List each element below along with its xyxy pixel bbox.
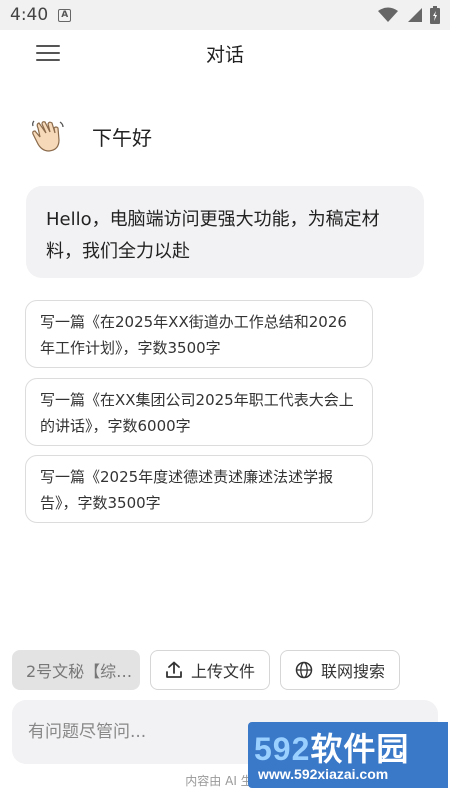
status-icons [378, 6, 440, 24]
status-bar: 4:40 A [0, 0, 450, 30]
waving-hand-icon [32, 120, 64, 152]
battery-icon [430, 6, 440, 24]
greeting: 下午好 [30, 118, 152, 154]
upload-label: 上传文件 [190, 662, 255, 681]
menu-icon [36, 45, 60, 47]
suggestion-card[interactable]: 写一篇《在XX集团公司2025年职工代表大会上的讲话》，字数6000字 [25, 378, 373, 446]
watermark-brand: 592软件园 [254, 731, 410, 767]
menu-button[interactable] [36, 42, 60, 64]
greeting-text: 下午好 [92, 125, 152, 150]
status-time: 4:40 [10, 5, 49, 25]
page-title: 对话 [205, 43, 244, 66]
suggestion-card[interactable]: 写一篇《2025年度述德述责述廉述法述学报告》，字数3500字 [25, 455, 373, 523]
intro-message: Hello，电脑端访问更强大功能，为稿定材料，我们全力以赴 [26, 186, 424, 278]
watermark-url: www.592xiazai.com [258, 766, 389, 782]
model-label: 2号文秘【综… [26, 662, 133, 681]
upload-file-button[interactable]: 上传文件 [150, 650, 270, 690]
globe-icon [295, 661, 313, 679]
search-label: 联网搜索 [320, 662, 385, 681]
wifi-icon [378, 7, 398, 22]
watermark-logo: 592软件园 www.592xiazai.com [248, 722, 448, 788]
upload-icon [166, 661, 182, 678]
web-search-button[interactable]: 联网搜索 [280, 650, 400, 690]
app-header: 对话 [0, 30, 450, 76]
signal-icon [408, 8, 422, 22]
suggestion-card[interactable]: 写一篇《在2025年XX街道办工作总结和2026年工作计划》，字数3500字 [25, 300, 373, 368]
message-input[interactable] [28, 722, 248, 742]
model-selector[interactable]: 2号文秘【综… [12, 650, 140, 690]
notification-icon: A [58, 8, 72, 22]
